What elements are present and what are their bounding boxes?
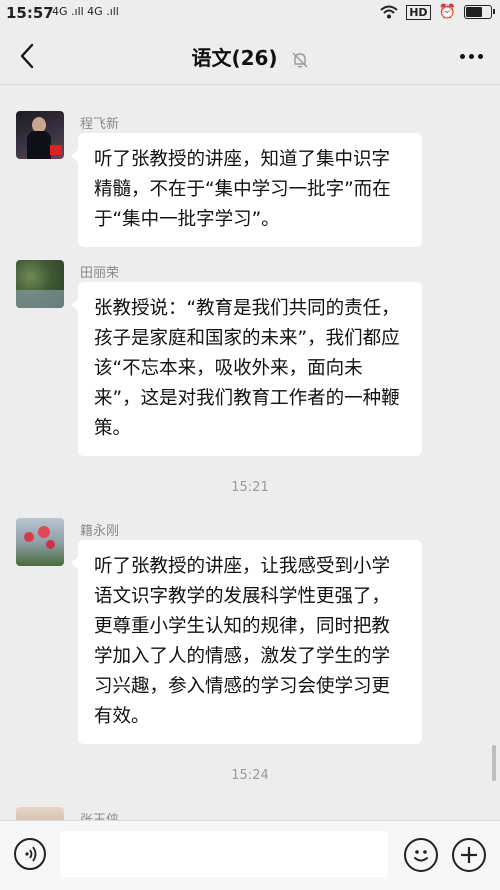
sender-name: 程飞新	[80, 117, 120, 132]
emoji-icon	[414, 850, 428, 862]
wifi-icon	[380, 5, 398, 19]
status-right: HD ⏰	[380, 4, 495, 20]
input-bar	[0, 820, 500, 890]
message-bubble[interactable]: 张教授说：“教育是我们共同的责任，孩子是家庭和国家的未来”，我们都应该“不忘本来…	[71, 282, 422, 456]
nav-bar: 语文(26)	[0, 28, 500, 85]
voice-icon	[25, 846, 37, 862]
chat-area: 程飞新 听了张教授的讲座，知道了集中识字精髓，不在于“集中学习一批字”而在于“集…	[0, 85, 500, 820]
plus-icon	[461, 847, 477, 863]
avatar[interactable]	[16, 260, 64, 308]
timestamp: 15:21	[231, 480, 269, 495]
alarm-icon: ⏰	[438, 4, 456, 20]
status-bar: 15:57 4G .ıll 4G .ıll HD ⏰	[0, 0, 500, 28]
chat-title: 语文(26)	[191, 46, 278, 70]
scrollbar[interactable]	[492, 745, 496, 781]
message-bubble[interactable]: 听了张教授的讲座，知道了集中识字精髓，不在于“集中学习一批字”而在于“集中一批字…	[71, 133, 422, 247]
sender-name: 籍永刚	[80, 524, 120, 539]
status-time: 15:57	[6, 4, 54, 22]
more-functions-button[interactable]	[452, 838, 486, 872]
mute-bell-icon	[292, 52, 308, 68]
voice-input-button[interactable]	[14, 838, 46, 870]
emoji-button[interactable]	[404, 838, 438, 872]
chat-title-wrap: 语文(26)	[0, 42, 500, 71]
battery-fill	[466, 7, 482, 17]
sender-name: 张玉侠	[80, 809, 119, 820]
avatar[interactable]	[16, 518, 64, 566]
timestamp: 15:24	[231, 768, 269, 783]
more-options-icon[interactable]	[456, 42, 486, 70]
sender-name: 田丽荣	[80, 266, 120, 281]
battery-icon	[464, 5, 495, 19]
hd-label: HD	[406, 4, 431, 20]
avatar[interactable]	[16, 111, 64, 159]
signal-icons: 4G .ıll 4G .ıll	[52, 5, 119, 18]
message-bubble[interactable]: 听了张教授的讲座，让我感受到小学语文识字教学的发展科学性更强了，更尊重小学生认知…	[71, 540, 422, 744]
avatar[interactable]	[16, 807, 64, 820]
message-input[interactable]	[60, 831, 388, 877]
